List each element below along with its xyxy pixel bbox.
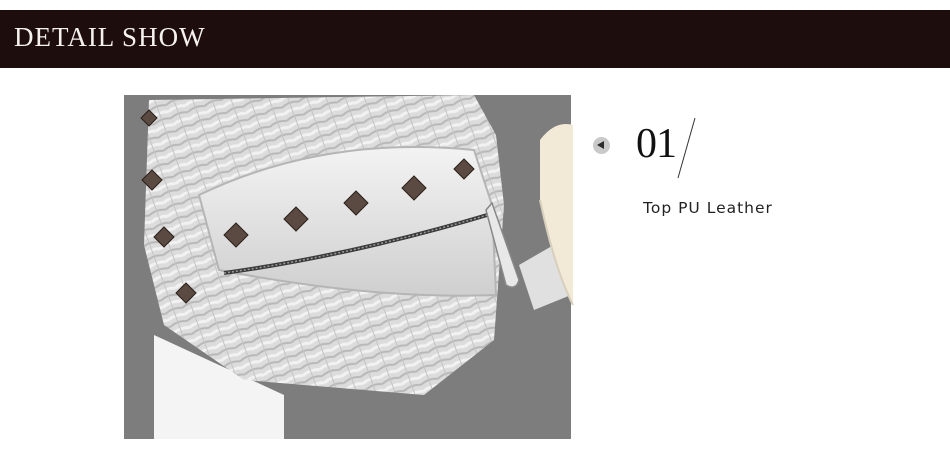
backpack-image — [124, 95, 571, 439]
product-photo — [124, 95, 571, 439]
side-product-photo — [539, 124, 574, 306]
header-bar: DETAIL SHOW — [0, 10, 950, 68]
slash-divider — [677, 117, 696, 179]
detail-number: 01 — [636, 121, 677, 167]
header-title: DETAIL SHOW — [14, 22, 206, 52]
feature-label: Top PU Leather — [643, 199, 773, 217]
left-arrow-circle-icon — [593, 137, 610, 154]
